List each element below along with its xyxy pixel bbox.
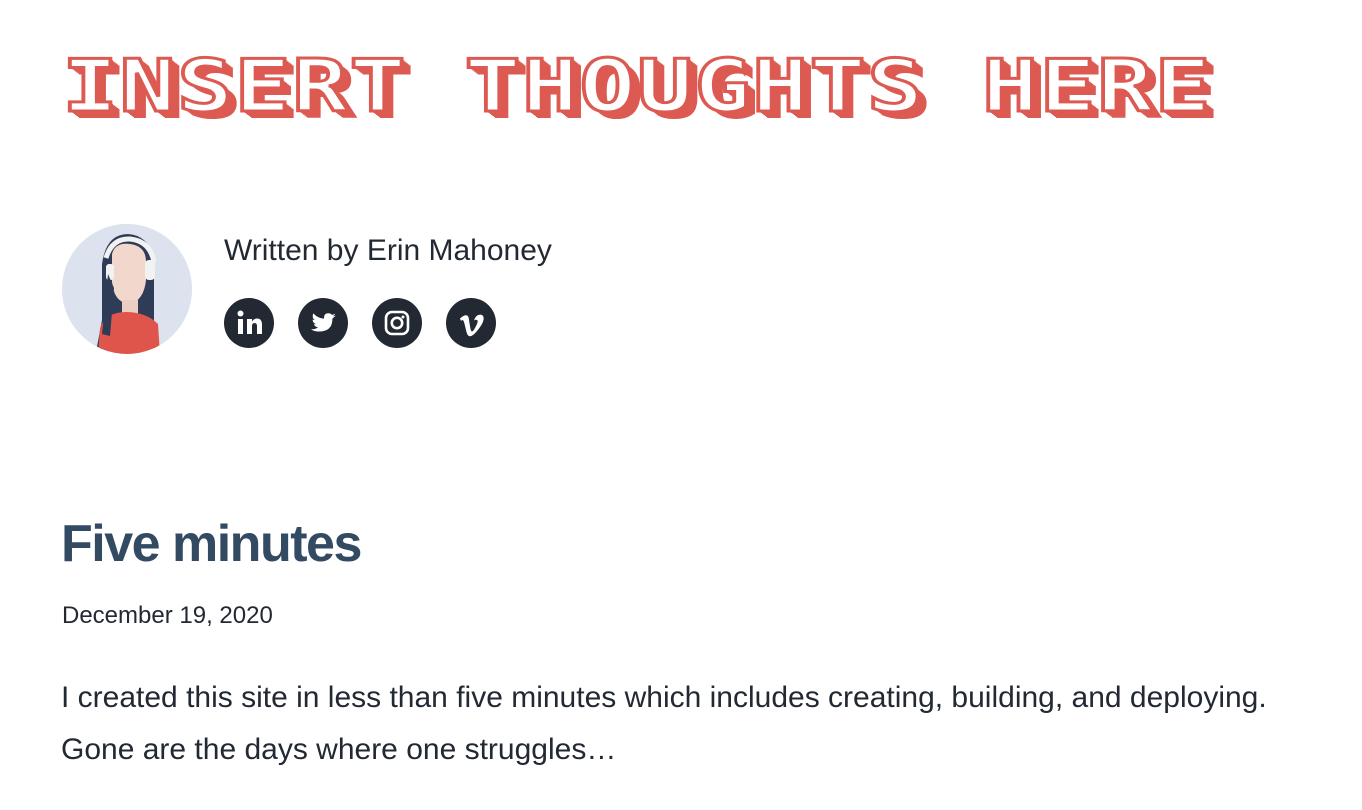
post-excerpt: I created this site in less than five mi… — [61, 681, 1267, 766]
social-links — [224, 298, 552, 348]
vimeo-icon — [460, 314, 484, 337]
twitter-link[interactable] — [298, 298, 348, 348]
post-date: December 19, 2020 — [62, 602, 273, 629]
linkedin-icon — [237, 310, 262, 334]
instagram-icon — [384, 310, 410, 336]
author-bio: Written by Erin Mahoney — [62, 224, 552, 354]
instagram-link[interactable] — [372, 298, 422, 348]
author-info: Written by Erin Mahoney — [224, 224, 552, 348]
linkedin-link[interactable] — [224, 298, 274, 348]
vimeo-link[interactable] — [446, 298, 496, 348]
twitter-icon — [310, 313, 336, 332]
author-avatar — [62, 224, 192, 354]
site-title[interactable]: INSERT THOUGHTS HERE — [60, 43, 1213, 130]
author-byline: Written by Erin Mahoney — [224, 234, 552, 267]
post-title[interactable]: Five minutes — [61, 512, 362, 576]
